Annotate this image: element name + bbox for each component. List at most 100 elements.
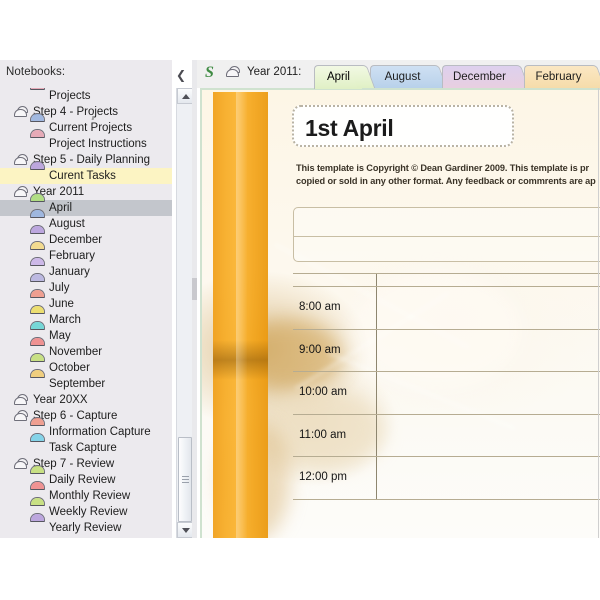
tab-december[interactable]: December <box>442 65 530 88</box>
sidebar-item-current-projects[interactable]: Current Projects <box>0 114 172 136</box>
notebook-icon <box>30 434 45 453</box>
schedule-entry-cell[interactable] <box>378 457 600 499</box>
schedule-row[interactable]: 8:00 am <box>293 287 600 330</box>
sidebar-item-daily-review[interactable]: Daily Review <box>0 466 172 488</box>
sidebar-item-may[interactable]: May <box>0 322 172 344</box>
sidebar-item-june[interactable]: June <box>0 290 172 312</box>
notebook-page: 1st April This template is Copyright © D… <box>197 88 600 538</box>
scroll-up-button[interactable] <box>177 88 193 104</box>
notebook-group-icon <box>226 66 242 78</box>
sidebar-item-projects[interactable]: Projects <box>0 88 172 104</box>
schedule-time-label: 9:00 am <box>293 329 377 371</box>
sidebar-item-april[interactable]: April <box>0 194 172 216</box>
sidebar-item-monthly-review[interactable]: Monthly Review <box>0 482 172 504</box>
sidebar-item-yearly-review[interactable]: Yearly Review <box>0 514 172 536</box>
sidebar-item-february[interactable]: February <box>0 242 172 264</box>
page-title-box[interactable]: 1st April <box>292 105 514 147</box>
sidebar-header: Notebooks: <box>0 60 172 88</box>
sidebar-item-january[interactable]: January <box>0 258 172 280</box>
tab-april[interactable]: April <box>314 65 376 89</box>
page-surface: 1st April This template is Copyright © D… <box>200 88 600 538</box>
schedule-entry-cell[interactable] <box>378 372 600 414</box>
triangle-down-icon <box>182 528 190 533</box>
schedule-time-label: 10:00 am <box>293 372 377 414</box>
scrollbar-thumb[interactable] <box>178 437 192 522</box>
schedule-table: 8:00 am 9:00 am 10:00 am 11:00 am 12:00 pm <box>293 273 600 500</box>
schedule-row[interactable]: 10:00 am <box>293 372 600 415</box>
triangle-up-icon <box>182 94 190 99</box>
sidebar-item-step-4-projects[interactable]: Step 4 - Projects <box>0 104 172 120</box>
schedule-time-label: 12:00 pm <box>293 457 377 499</box>
sidebar-item-november[interactable]: November <box>0 338 172 360</box>
notebook-logo-icon: S <box>205 64 214 81</box>
sidebar-item-curent-tasks[interactable]: Curent Tasks <box>0 162 172 184</box>
notebook-tree[interactable]: Projects Step 4 - Projects Current Project… <box>0 88 172 538</box>
notebook-group-icon <box>14 186 29 197</box>
application-window: Notebooks: Projects Step 4 - Projects Curr… <box>0 60 600 538</box>
tab-label: April <box>326 71 350 83</box>
sidebar-item-label: Current Projects <box>49 122 133 134</box>
orange-band-highlight <box>236 92 247 538</box>
sidebar-item-information-capture[interactable]: Information Capture <box>0 418 172 440</box>
content-pane: S Year 2011: April August December February… <box>197 60 600 538</box>
copyright-line-1: This template is Copyright © Dean Gardin… <box>296 163 590 173</box>
notebook-group-icon <box>14 458 29 469</box>
sidebar-item-label: Step 7 - Review <box>33 458 115 470</box>
sidebar-item-august[interactable]: August <box>0 210 172 232</box>
sidebar-item-july[interactable]: July <box>0 274 172 296</box>
sidebar-item-october[interactable]: October <box>0 354 172 376</box>
schedule-row[interactable]: 12:00 pm <box>293 457 600 500</box>
sidebar-item-year-20xx[interactable]: Year 20XX <box>0 392 172 408</box>
notes-box[interactable] <box>293 207 600 262</box>
tab-february[interactable]: February <box>524 65 600 88</box>
copyright-notice: This template is Copyright © Dean Gardin… <box>296 162 600 188</box>
scrollbar-grip-icon <box>182 476 189 483</box>
sidebar-item-step-6-capture[interactable]: Step 6 - Capture <box>0 408 172 424</box>
notebooks-label: Notebooks: <box>6 66 66 78</box>
collapse-sidebar-icon[interactable]: ❮ <box>176 69 186 81</box>
sidebar-item-task-capture[interactable]: Task Capture <box>0 434 172 456</box>
sidebar-item-label: Monthly Review <box>49 490 131 502</box>
copyright-line-2: copied or sold in any other format. Any … <box>296 176 596 186</box>
tab-august[interactable]: August <box>370 65 448 88</box>
schedule-time-label: 8:00 am <box>293 287 377 329</box>
sidebar-item-september[interactable]: September <box>0 370 172 392</box>
sidebar-item-weekly-review[interactable]: Weekly Review <box>0 498 172 520</box>
notebook-group-icon <box>14 154 29 165</box>
notes-divider <box>294 236 600 237</box>
sidebar-item-december[interactable]: December <box>0 226 172 248</box>
notebook-group-icon <box>14 394 29 405</box>
schedule-entry-cell[interactable] <box>378 287 600 329</box>
schedule-time-label: 11:00 am <box>293 414 377 456</box>
page-right-rule <box>598 88 599 538</box>
notebook-group-icon <box>14 410 29 421</box>
notebook-icon <box>30 514 45 533</box>
schedule-entry-cell[interactable] <box>378 274 600 286</box>
schedule-entry-cell[interactable] <box>378 415 600 457</box>
sidebar-item-label: Project Instructions <box>49 138 147 150</box>
sidebar-item-project-instructions[interactable]: Project Instructions <box>0 130 172 152</box>
section-group-label: Year 2011: <box>247 66 302 78</box>
sidebar-item-march[interactable]: March <box>0 306 172 328</box>
schedule-entry-cell[interactable] <box>378 330 600 372</box>
notebook-group-icon <box>14 106 29 117</box>
schedule-row[interactable]: 9:00 am <box>293 329 600 372</box>
sidebar-item-step-7-review[interactable]: Step 7 - Review <box>0 456 172 472</box>
schedule-time-label <box>293 274 377 286</box>
sidebar-item-year-2011[interactable]: Year 2011 <box>0 184 172 200</box>
schedule-row[interactable]: 11:00 am <box>293 414 600 457</box>
schedule-row-partial[interactable] <box>293 274 600 287</box>
sidebar-item-label: Information Capture <box>49 426 151 438</box>
notebooks-sidebar: Notebooks: Projects Step 4 - Projects Curr… <box>0 60 172 538</box>
sidebar-item-step-5-daily-planning[interactable]: Step 5 - Daily Planning <box>0 152 172 168</box>
scroll-down-button[interactable] <box>177 522 193 538</box>
tab-label: December <box>452 71 507 83</box>
notebook-icon <box>30 370 45 389</box>
notebook-tab-strip: S Year 2011: April August December February… <box>197 60 600 89</box>
page-title: 1st April <box>305 115 394 141</box>
sidebar-scrollbar[interactable] <box>176 88 193 538</box>
notebook-icon <box>30 162 45 181</box>
notebook-icon <box>30 88 45 101</box>
notebook-icon <box>30 130 45 149</box>
tab-label: February <box>535 71 582 83</box>
